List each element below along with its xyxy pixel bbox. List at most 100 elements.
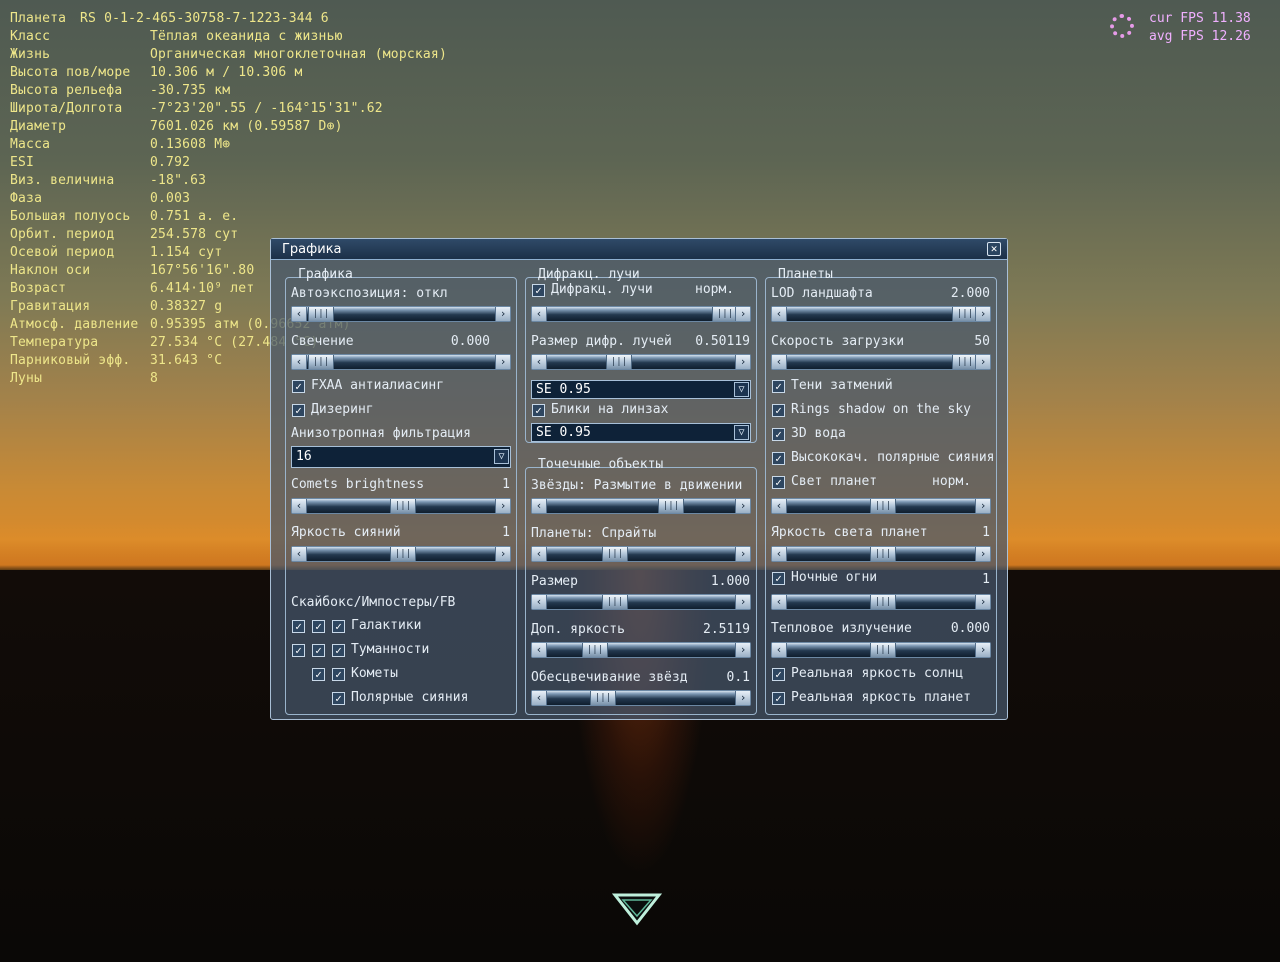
slider-thumb[interactable]: ||| [870, 595, 896, 609]
water-3d-checkbox[interactable]: ✓ [772, 428, 785, 441]
slider-left-icon[interactable]: ‹ [772, 643, 787, 657]
hq-aurora-checkbox[interactable]: ✓ [772, 452, 785, 465]
slider-right-icon[interactable]: › [735, 691, 750, 705]
lens-flares-checkbox[interactable]: ✓ [532, 404, 545, 417]
slider-right-icon[interactable]: › [735, 307, 750, 321]
diffraction-type-select[interactable]: SE 0.95 ▽ [531, 380, 751, 399]
close-icon[interactable]: ✕ [987, 242, 1001, 256]
planet-light-brightness-slider[interactable]: ‹ ||| › [771, 546, 991, 562]
info-value: 0.792 [150, 155, 191, 170]
chevron-down-icon[interactable]: ▽ [734, 382, 749, 397]
slider-left-icon[interactable]: ‹ [292, 307, 307, 321]
comets-brightness-slider[interactable]: ‹ ||| › [291, 498, 511, 514]
info-value: -18".63 [150, 173, 207, 188]
slider-thumb[interactable]: ||| [390, 499, 416, 513]
slider-right-icon[interactable]: › [735, 643, 750, 657]
glow-slider[interactable]: ‹ ||| › [291, 354, 511, 370]
slider-left-icon[interactable]: ‹ [772, 307, 787, 321]
slider-right-icon[interactable]: › [975, 499, 990, 513]
water-3d-label: 3D вода [791, 426, 846, 441]
slider-thumb[interactable]: ||| [870, 547, 896, 561]
slider-left-icon[interactable]: ‹ [532, 643, 547, 657]
extra-brightness-slider[interactable]: ‹ ||| › [531, 642, 751, 658]
slider-left-icon[interactable]: ‹ [772, 547, 787, 561]
point-size-slider[interactable]: ‹ ||| › [531, 594, 751, 610]
slider-right-icon[interactable]: › [975, 595, 990, 609]
slider-right-icon[interactable]: › [975, 643, 990, 657]
diffraction-rays-checkbox[interactable]: ✓ [532, 284, 545, 297]
terrain-lod-slider[interactable]: ‹ ||| › [771, 306, 991, 322]
aniso-select[interactable]: 16 ▽ [291, 446, 511, 468]
slider-right-icon[interactable]: › [735, 355, 750, 369]
galaxies-checkbox-3[interactable]: ✓ [332, 620, 345, 633]
slider-left-icon[interactable]: ‹ [532, 307, 547, 321]
slider-right-icon[interactable]: › [975, 547, 990, 561]
comets-checkbox-3[interactable]: ✓ [332, 668, 345, 681]
thermal-slider[interactable]: ‹ ||| › [771, 642, 991, 658]
star-desaturation-slider[interactable]: ‹ ||| › [531, 690, 751, 706]
info-value: -30.735 км [150, 83, 231, 98]
slider-left-icon[interactable]: ‹ [532, 595, 547, 609]
fxaa-checkbox[interactable]: ✓ [292, 380, 305, 393]
planet-sprites-slider[interactable]: ‹ ||| › [531, 546, 751, 562]
dialog-titlebar[interactable]: Графика ✕ [271, 239, 1007, 260]
autoexposure-slider[interactable]: ‹ ||| › [291, 306, 511, 322]
dither-checkbox[interactable]: ✓ [292, 404, 305, 417]
ray-size-slider[interactable]: ‹ ||| › [531, 354, 751, 370]
slider-right-icon[interactable]: › [735, 595, 750, 609]
slider-left-icon[interactable]: ‹ [292, 355, 307, 369]
slider-left-icon[interactable]: ‹ [292, 547, 307, 561]
slider-left-icon[interactable]: ‹ [532, 691, 547, 705]
rings-shadow-checkbox[interactable]: ✓ [772, 404, 785, 417]
slider-right-icon[interactable]: › [495, 547, 510, 561]
slider-right-icon[interactable]: › [495, 355, 510, 369]
eclipse-shadows-checkbox[interactable]: ✓ [772, 380, 785, 393]
info-value: 8 [150, 371, 159, 386]
nebulae-checkbox-1[interactable]: ✓ [292, 644, 305, 657]
stars-blur-slider[interactable]: ‹ ||| › [531, 498, 751, 514]
slider-right-icon[interactable]: › [975, 355, 990, 369]
load-speed-slider[interactable]: ‹ ||| › [771, 354, 991, 370]
real-sun-brightness-checkbox[interactable]: ✓ [772, 668, 785, 681]
slider-thumb[interactable]: ||| [658, 499, 684, 513]
chevron-down-icon[interactable]: ▽ [734, 425, 749, 440]
slider-thumb[interactable]: ||| [602, 595, 628, 609]
comets-checkbox-2[interactable]: ✓ [312, 668, 325, 681]
slider-thumb[interactable]: ||| [308, 355, 334, 369]
slider-thumb[interactable]: ||| [582, 643, 608, 657]
galaxies-checkbox-1[interactable]: ✓ [292, 620, 305, 633]
slider-thumb[interactable]: ||| [870, 643, 896, 657]
planet-light-slider[interactable]: ‹ ||| › [771, 498, 991, 514]
diffraction-rays-slider[interactable]: ‹ ||| › [531, 306, 751, 322]
slider-thumb[interactable]: ||| [602, 547, 628, 561]
slider-thumb[interactable]: ||| [308, 307, 334, 321]
slider-thumb[interactable]: ||| [606, 355, 632, 369]
night-lights-slider[interactable]: ‹ ||| › [771, 594, 991, 610]
nebulae-checkbox-2[interactable]: ✓ [312, 644, 325, 657]
slider-thumb[interactable]: ||| [590, 691, 616, 705]
slider-left-icon[interactable]: ‹ [532, 547, 547, 561]
slider-left-icon[interactable]: ‹ [532, 355, 547, 369]
slider-right-icon[interactable]: › [735, 499, 750, 513]
slider-thumb[interactable]: ||| [870, 499, 896, 513]
auroras-checkbox-3[interactable]: ✓ [332, 692, 345, 705]
real-planet-brightness-checkbox[interactable]: ✓ [772, 692, 785, 705]
lens-flares-select[interactable]: SE 0.95 ▽ [531, 423, 751, 442]
galaxies-checkbox-2[interactable]: ✓ [312, 620, 325, 633]
slider-left-icon[interactable]: ‹ [532, 499, 547, 513]
slider-thumb[interactable]: ||| [390, 547, 416, 561]
slider-left-icon[interactable]: ‹ [772, 499, 787, 513]
slider-right-icon[interactable]: › [495, 499, 510, 513]
slider-right-icon[interactable]: › [735, 547, 750, 561]
planet-light-checkbox[interactable]: ✓ [772, 476, 785, 489]
slider-right-icon[interactable]: › [975, 307, 990, 321]
slider-left-icon[interactable]: ‹ [772, 595, 787, 609]
nebulae-checkbox-3[interactable]: ✓ [332, 644, 345, 657]
slider-right-icon[interactable]: › [495, 307, 510, 321]
aurora-brightness-slider[interactable]: ‹ ||| › [291, 546, 511, 562]
slider-left-icon[interactable]: ‹ [772, 355, 787, 369]
chevron-down-icon[interactable] [612, 892, 662, 928]
slider-left-icon[interactable]: ‹ [292, 499, 307, 513]
chevron-down-icon[interactable]: ▽ [494, 449, 509, 464]
night-lights-checkbox[interactable]: ✓ [772, 572, 785, 585]
